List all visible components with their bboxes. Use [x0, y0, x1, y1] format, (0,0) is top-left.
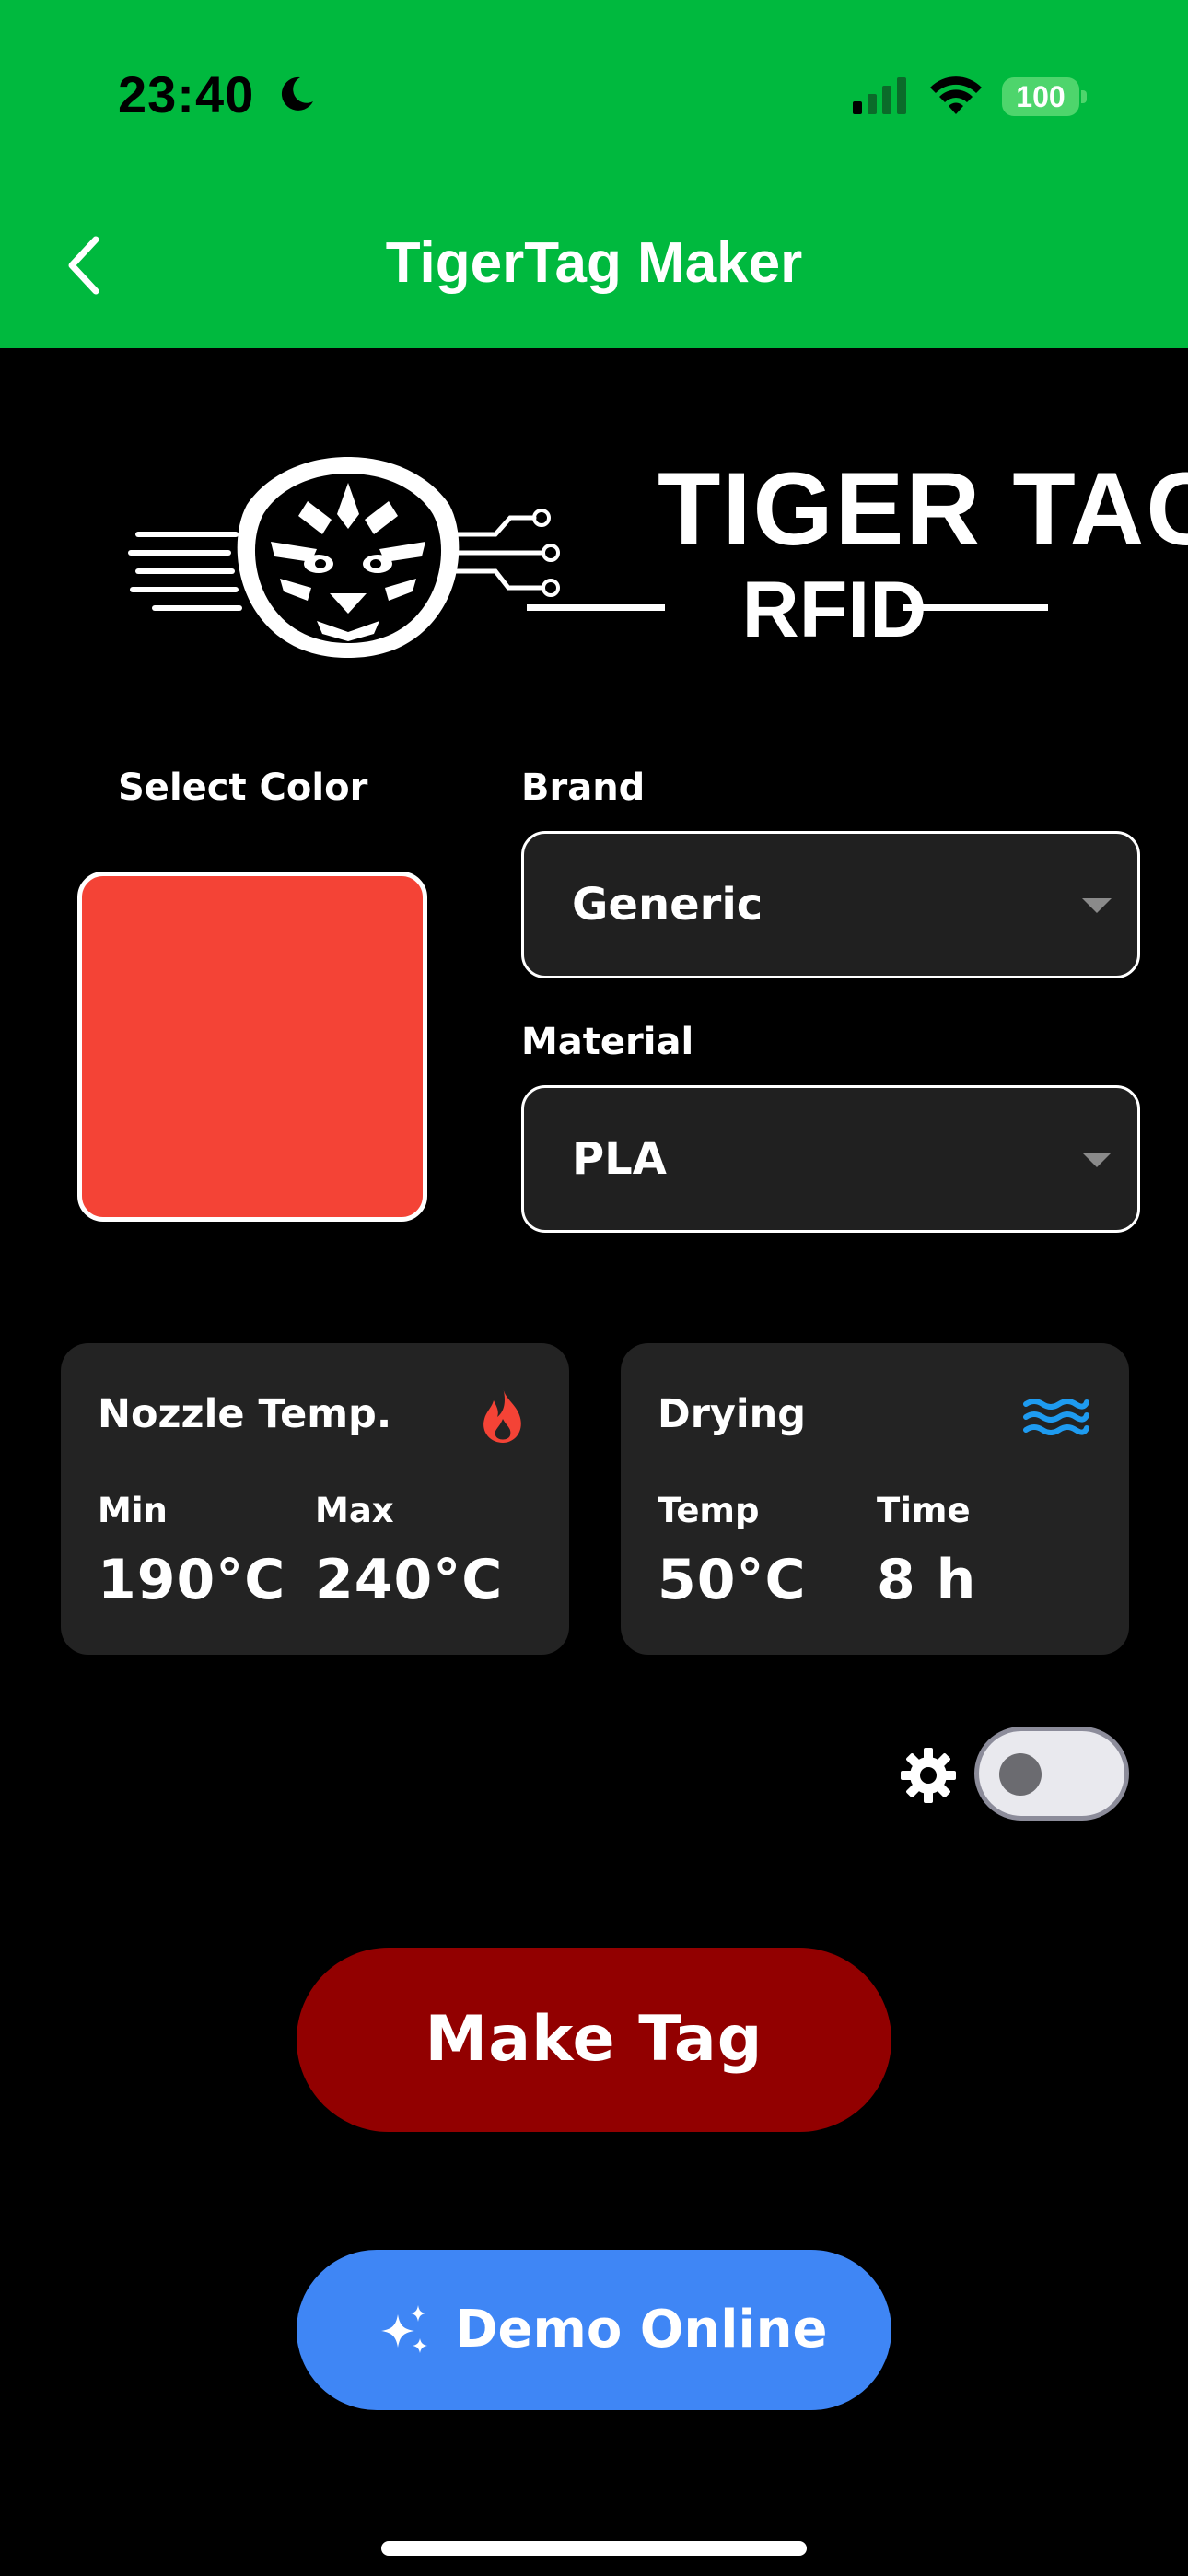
brand-label: Brand	[521, 767, 646, 809]
color-picker-swatch[interactable]	[77, 872, 427, 1222]
home-indicator	[381, 2541, 807, 2556]
logo-line-right	[903, 604, 1048, 611]
tigertag-logo: TIGER TAG RFID	[127, 450, 1188, 662]
drying-time-value: 8 h	[877, 1548, 977, 1612]
drying-time-label: Time	[877, 1491, 971, 1530]
battery-tip	[1081, 90, 1087, 103]
select-color-label: Select Color	[118, 767, 368, 809]
tiger-head-icon	[128, 457, 560, 658]
material-dropdown[interactable]: PLA	[521, 1085, 1140, 1233]
chevron-down-icon	[1082, 898, 1112, 913]
nozzle-max-label: Max	[315, 1491, 394, 1530]
material-value: PLA	[572, 1133, 667, 1185]
nozzle-min-value: 190°C	[98, 1548, 286, 1612]
signal-icon	[853, 77, 906, 114]
chevron-down-icon	[1082, 1153, 1112, 1167]
app-header: 23:40 100 TigerTag Maker	[0, 0, 1188, 348]
fire-icon	[483, 1388, 521, 1443]
demo-online-button[interactable]: Demo Online	[297, 2250, 891, 2410]
nozzle-min-label: Min	[98, 1491, 168, 1530]
logo-line-left	[527, 604, 665, 611]
nozzle-max-value: 240°C	[315, 1548, 504, 1612]
material-label: Material	[521, 1021, 694, 1063]
wifi-icon	[930, 76, 982, 114]
brand-value: Generic	[572, 879, 763, 931]
page-title: TigerTag Maker	[385, 231, 803, 295]
settings-toggle[interactable]	[974, 1727, 1129, 1821]
status-time: 23:40	[118, 65, 255, 123]
make-tag-button[interactable]: Make Tag	[297, 1948, 891, 2132]
toggle-knob	[999, 1753, 1042, 1796]
nozzle-temp-card: Nozzle Temp. Min 190°C Max 240°C	[61, 1343, 569, 1655]
drying-temp-value: 50°C	[658, 1548, 807, 1612]
demo-online-label: Demo Online	[455, 2300, 828, 2359]
logo-title: TIGER TAG	[658, 451, 1188, 567]
waves-icon	[1023, 1399, 1089, 1435]
drying-card-title: Drying	[658, 1391, 807, 1437]
brand-dropdown[interactable]: Generic	[521, 831, 1140, 978]
battery-level: 100	[1016, 80, 1066, 113]
battery-icon: 100	[1002, 77, 1079, 116]
drying-temp-label: Temp	[658, 1491, 760, 1530]
moon-icon	[281, 76, 313, 111]
nozzle-card-title: Nozzle Temp.	[98, 1391, 392, 1437]
drying-card: Drying Temp 50°C Time 8 h	[621, 1343, 1129, 1655]
sparkles-icon	[381, 2305, 427, 2353]
gear-icon[interactable]	[899, 1746, 958, 1805]
